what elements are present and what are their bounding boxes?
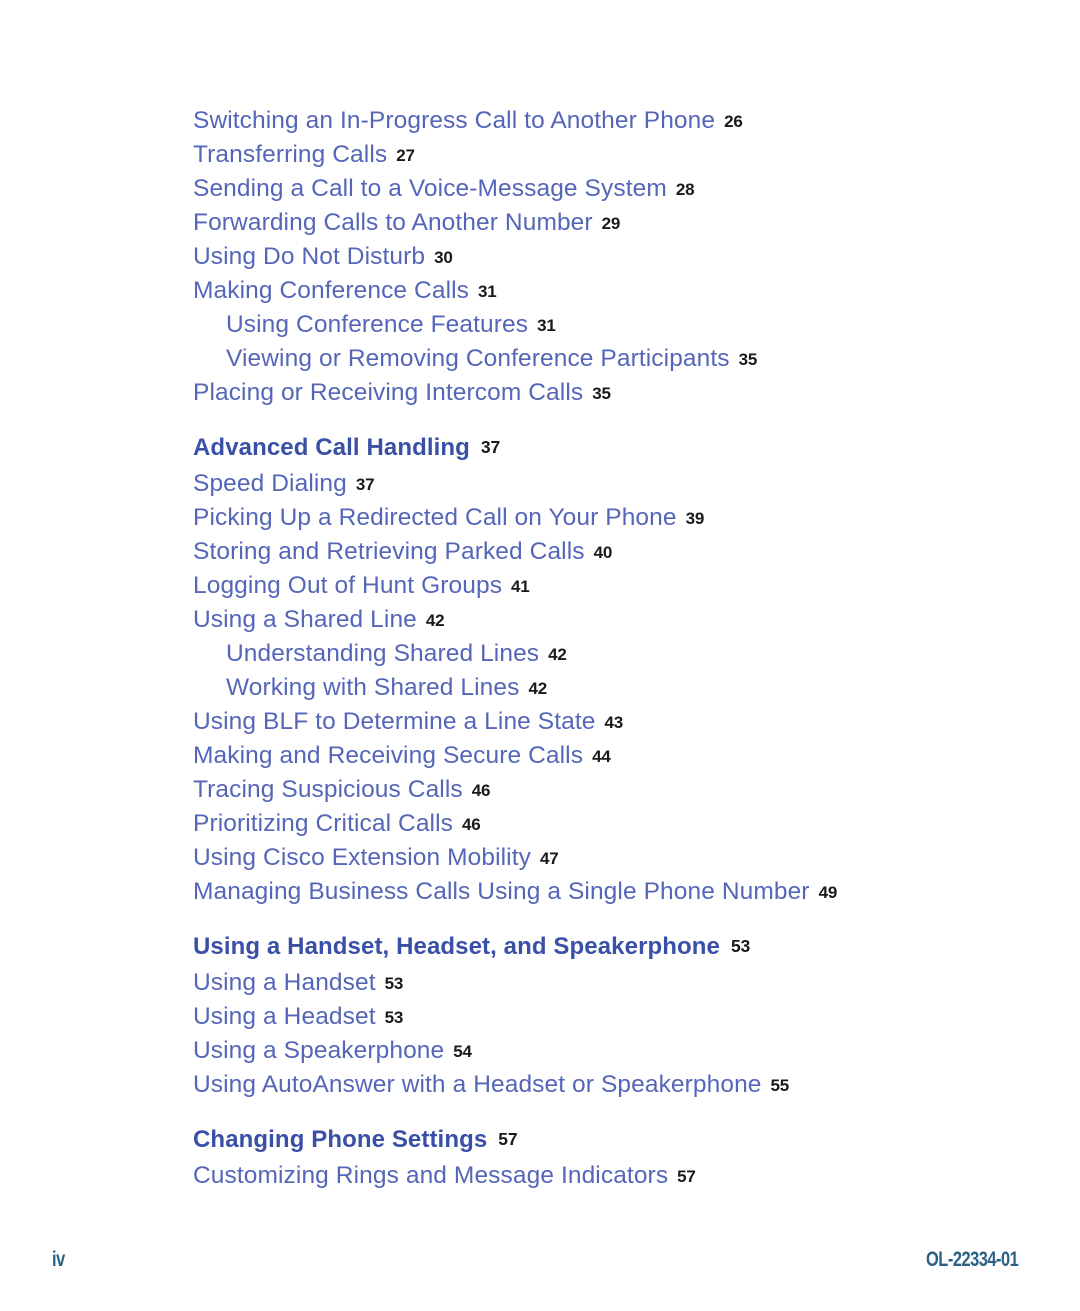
toc-entry-page-number: 47: [539, 849, 559, 868]
toc-entry-page-number: 27: [396, 146, 415, 165]
toc-entry-page-number: 42: [425, 611, 445, 630]
toc-entry[interactable]: Making and Receiving Secure Calls 44: [193, 739, 1033, 773]
toc-entry[interactable]: Using a Speakerphone 54: [193, 1034, 1033, 1068]
toc-entry-label: Understanding Shared Lines: [226, 640, 540, 667]
toc-entry-label: Using a Handset, Headset, and Speakerpho…: [193, 933, 721, 960]
toc-entry-label: Using a Speakerphone: [193, 1037, 445, 1064]
toc-entry-page-number: 46: [462, 815, 481, 834]
toc-entry-label: Using AutoAnswer with a Headset or Speak…: [193, 1071, 762, 1098]
toc-entry-page-number: 26: [724, 112, 743, 131]
toc-entry[interactable]: Using Conference Features 31: [193, 308, 1033, 342]
toc-entry[interactable]: Making Conference Calls 31: [193, 274, 1033, 308]
page-footer: iv OL-22334-01: [0, 1248, 1080, 1288]
toc-entry-label: Using Cisco Extension Mobility: [193, 844, 531, 871]
toc-entry-label: Speed Dialing: [193, 470, 347, 497]
toc-entry-label: Working with Shared Lines: [226, 674, 520, 701]
toc-entry-page-number: 40: [593, 543, 613, 562]
toc-entry[interactable]: Using a Shared Line 42: [193, 603, 1033, 637]
toc-section-heading[interactable]: Advanced Call Handling 37: [193, 429, 1033, 467]
toc-entry[interactable]: Understanding Shared Lines 42: [193, 637, 1033, 671]
toc-entry-label: Storing and Retrieving Parked Calls: [193, 538, 585, 565]
toc-entry-page-number: 49: [818, 883, 838, 902]
toc-entry-page-number: 53: [384, 1008, 404, 1027]
toc-entry-label: Switching an In-Progress Call to Another…: [193, 107, 716, 134]
toc-entry[interactable]: Customizing Rings and Message Indicators…: [193, 1159, 1033, 1193]
toc-entry-page-number: 42: [528, 679, 547, 698]
toc-entry[interactable]: Logging Out of Hunt Groups 41: [193, 569, 1033, 603]
toc-entry-page-number: 57: [498, 1129, 518, 1149]
toc-entry[interactable]: Placing or Receiving Intercom Calls 35: [193, 376, 1033, 410]
toc-entry[interactable]: Using BLF to Determine a Line State 43: [193, 705, 1033, 739]
toc-entry-label: Prioritizing Critical Calls: [193, 810, 453, 837]
toc-entry[interactable]: Viewing or Removing Conference Participa…: [193, 342, 1033, 376]
toc-entry[interactable]: Sending a Call to a Voice-Message System…: [193, 172, 1033, 206]
toc-entry-page-number: 54: [453, 1042, 472, 1061]
toc-entry[interactable]: Tracing Suspicious Calls 46: [193, 773, 1033, 807]
toc-entry-page-number: 31: [478, 282, 497, 301]
toc-entry[interactable]: Prioritizing Critical Calls 46: [193, 807, 1033, 841]
toc-entry[interactable]: Storing and Retrieving Parked Calls 40: [193, 535, 1033, 569]
toc-entry-page-number: 35: [738, 350, 758, 369]
toc-entry-label: Using Conference Features: [226, 311, 529, 338]
toc-entry-label: Changing Phone Settings: [193, 1126, 488, 1153]
toc-entry-label: Using a Headset: [193, 1003, 376, 1030]
toc-entry-label: Sending a Call to a Voice-Message System: [193, 175, 667, 202]
toc-section-heading[interactable]: Changing Phone Settings 57: [193, 1121, 1033, 1159]
toc-entry-page-number: 41: [511, 577, 530, 596]
toc-entry[interactable]: Using a Headset 53: [193, 1000, 1033, 1034]
toc-entry[interactable]: Using AutoAnswer with a Headset or Speak…: [193, 1068, 1033, 1102]
toc-entry-page-number: 55: [770, 1076, 790, 1095]
document-page: Switching an In-Progress Call to Another…: [0, 0, 1080, 1311]
toc-entry-label: Tracing Suspicious Calls: [193, 776, 463, 803]
toc-entry-label: Viewing or Removing Conference Participa…: [226, 345, 730, 372]
toc-entry[interactable]: Forwarding Calls to Another Number 29: [193, 206, 1033, 240]
toc-entry-page-number: 53: [384, 974, 404, 993]
toc-entry-label: Logging Out of Hunt Groups: [193, 572, 503, 599]
toc-entry[interactable]: Using Cisco Extension Mobility 47: [193, 841, 1033, 875]
toc-section-heading[interactable]: Using a Handset, Headset, and Speakerpho…: [193, 928, 1033, 966]
toc-entry-page-number: 44: [592, 747, 611, 766]
toc-entry-page-number: 46: [471, 781, 491, 800]
toc-entry[interactable]: Picking Up a Redirected Call on Your Pho…: [193, 501, 1033, 535]
toc-entry-page-number: 42: [548, 645, 567, 664]
toc-entry-page-number: 39: [685, 509, 705, 528]
toc-entry[interactable]: Working with Shared Lines 42: [193, 671, 1033, 705]
toc-entry-label: Customizing Rings and Message Indicators: [193, 1162, 669, 1189]
toc-entry-page-number: 31: [537, 316, 556, 335]
toc-entry[interactable]: Speed Dialing 37: [193, 467, 1033, 501]
toc-entry-label: Picking Up a Redirected Call on Your Pho…: [193, 504, 677, 531]
toc-entry-label: Making Conference Calls: [193, 277, 470, 304]
toc-entry[interactable]: Using a Handset 53: [193, 966, 1033, 1000]
footer-page-number: iv: [52, 1248, 65, 1271]
toc-entry-page-number: 57: [677, 1167, 696, 1186]
toc-entry[interactable]: Using Do Not Disturb 30: [193, 240, 1033, 274]
table-of-contents-list: Switching an In-Progress Call to Another…: [193, 104, 1033, 1193]
toc-entry-page-number: 28: [675, 180, 695, 199]
toc-entry-page-number: 30: [434, 248, 453, 267]
toc-entry-label: Using BLF to Determine a Line State: [193, 708, 596, 735]
toc-entry-page-number: 43: [604, 713, 624, 732]
toc-entry-label: Using a Shared Line: [193, 606, 417, 633]
toc-entry[interactable]: Managing Business Calls Using a Single P…: [193, 875, 1033, 909]
toc-entry-label: Managing Business Calls Using a Single P…: [193, 878, 810, 905]
toc-entry-page-number: 53: [731, 936, 751, 956]
toc-entry-page-number: 29: [601, 214, 621, 233]
toc-entry-page-number: 37: [480, 437, 500, 457]
footer-document-id: OL-22334-01: [925, 1248, 1019, 1271]
toc-entry-label: Transferring Calls: [193, 141, 388, 168]
toc-entry-page-number: 35: [592, 384, 611, 403]
toc-entry-label: Advanced Call Handling: [193, 434, 470, 461]
toc-entry-label: Using Do Not Disturb: [193, 243, 426, 270]
toc-entry-page-number: 37: [355, 475, 375, 494]
toc-entry-label: Using a Handset: [193, 969, 376, 996]
toc-entry-label: Forwarding Calls to Another Number: [193, 209, 593, 236]
toc-entry[interactable]: Transferring Calls 27: [193, 138, 1033, 172]
toc-entry-label: Making and Receiving Secure Calls: [193, 742, 584, 769]
toc-entry-label: Placing or Receiving Intercom Calls: [193, 379, 584, 406]
toc-entry[interactable]: Switching an In-Progress Call to Another…: [193, 104, 1033, 138]
